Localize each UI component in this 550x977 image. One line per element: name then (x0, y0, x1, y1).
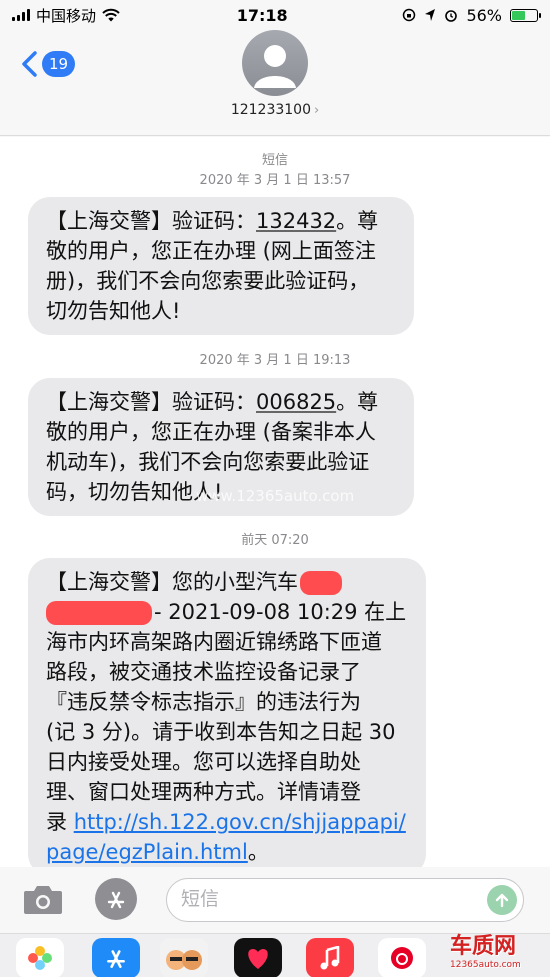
verification-code[interactable]: 132432 (256, 209, 336, 233)
location-icon (425, 9, 436, 21)
music-note-icon (320, 946, 340, 970)
message-line: 日内接受处理。您可以选择自助处 (46, 750, 361, 774)
signal-icon (12, 9, 30, 21)
redacted-plate (300, 571, 342, 595)
digital-touch-app[interactable] (234, 938, 282, 977)
message-line: - 2021-09-08 10:29 在上 (46, 597, 408, 627)
conversation-header: 19 121233100 › (0, 30, 550, 136)
message-line: 【上海交警】验证码：132432。尊 (46, 209, 379, 233)
message-line: (记 3 分)。请于收到本告知之日起 30 (46, 720, 396, 744)
message-line: 机动车)，我们不会向您索要此验证 (46, 450, 370, 474)
message-input[interactable]: 短信 (166, 878, 524, 922)
message-bubble[interactable]: 【上海交警】验证码：006825。尊 敬的用户，您正在办理 (备案非本人 机动车… (28, 378, 414, 516)
unread-count-badge: 19 (42, 51, 76, 77)
message-line: 海市内环高架路内圈近锦绣路下匝道 (46, 630, 382, 654)
status-left: 中国移动 (12, 5, 192, 26)
message-bubble[interactable]: 【上海交警】您的小型汽车 - 2021-09-08 10:29 在上 海市内环高… (28, 558, 426, 867)
battery-icon (510, 8, 541, 22)
status-right: 56% (402, 5, 541, 25)
send-button[interactable] (487, 885, 517, 915)
message-line: 『违反禁令标志指示』的违法行为 (46, 690, 361, 714)
photos-app[interactable] (16, 938, 64, 977)
timestamp: 2020 年 3 月 1 日 19:13 (199, 353, 351, 368)
chevron-left-icon (22, 51, 37, 77)
back-button[interactable]: 19 (20, 50, 76, 78)
input-placeholder: 短信 (181, 888, 220, 910)
contact-number: 121233100 (230, 102, 311, 118)
chevron-right-icon: › (313, 103, 320, 118)
message-line: 【上海交警】您的小型汽车 (46, 567, 408, 597)
compose-bar: 短信 (0, 868, 550, 933)
message-line: 【上海交警】验证码：006825。尊 (46, 390, 379, 414)
battery-level (512, 10, 526, 20)
arrow-up-icon (495, 893, 509, 908)
message-line: 敬的用户，您正在办理 (网上面签注 (46, 239, 376, 263)
service-label: 短信 (261, 153, 288, 168)
verification-code[interactable]: 006825 (256, 390, 336, 414)
message-line: 切勿告知他人! (46, 299, 181, 323)
battery-percent: 56% (466, 5, 502, 25)
contact-avatar[interactable] (242, 30, 308, 96)
alarm-icon (445, 10, 458, 22)
netease-music-app[interactable] (378, 938, 426, 977)
lock-rotation-icon (403, 8, 416, 22)
redacted-plate (46, 601, 152, 625)
camera-icon[interactable] (22, 882, 64, 916)
person-icon (254, 45, 296, 88)
memoji-icon (166, 950, 202, 970)
site-watermark: 车质网 12365auto.com (450, 934, 521, 970)
music-app[interactable] (306, 938, 354, 977)
app-drawer: 车质网 12365auto.com (0, 933, 550, 977)
message-line: 敬的用户，您正在办理 (备案非本人 (46, 420, 376, 444)
message-line: 码，切勿告知他人! www.12365auto.com (46, 477, 396, 507)
message-line: page/egzPlain.html。 (46, 840, 269, 864)
violation-link[interactable]: page/egzPlain.html (46, 840, 248, 864)
heart-icon (248, 949, 268, 969)
message-bubble[interactable]: 【上海交警】验证码：132432。尊 敬的用户，您正在办理 (网上面签注 册)，… (28, 197, 414, 335)
message-line: 册)，我们不会向您索要此验证码， (46, 269, 370, 293)
app-store-icon (107, 950, 125, 968)
netease-icon (391, 947, 413, 969)
memoji-app[interactable] (160, 938, 208, 977)
contact-name[interactable]: 121233100 › (0, 102, 550, 118)
violation-link[interactable]: http://sh.122.gov.cn/shjjappapi/ (74, 810, 406, 834)
watermark-text: www.12365auto.com (196, 487, 355, 505)
carrier-name: 中国移动 (36, 6, 97, 25)
status-time: 17:18 (236, 5, 288, 25)
message-list[interactable]: 短信 2020 年 3 月 1 日 13:57 【上海交警】验证码：132432… (0, 137, 550, 867)
message-line: 录 http://sh.122.gov.cn/shjjappapi/ (46, 810, 406, 834)
app-store-app[interactable] (92, 938, 140, 977)
app-store-button[interactable] (95, 878, 137, 920)
photos-icon (28, 946, 52, 970)
wifi-icon (102, 8, 120, 22)
message-line: 路段，被交通技术监控设备记录了 (46, 660, 361, 684)
status-bar: 中国移动 17:18 56% (0, 0, 550, 30)
message-line: 理、窗口处理两种方式。详情请登 (46, 780, 361, 804)
app-store-icon (107, 891, 125, 909)
timestamp: 前天 07:20 (241, 533, 309, 548)
timestamp: 2020 年 3 月 1 日 13:57 (199, 173, 351, 188)
